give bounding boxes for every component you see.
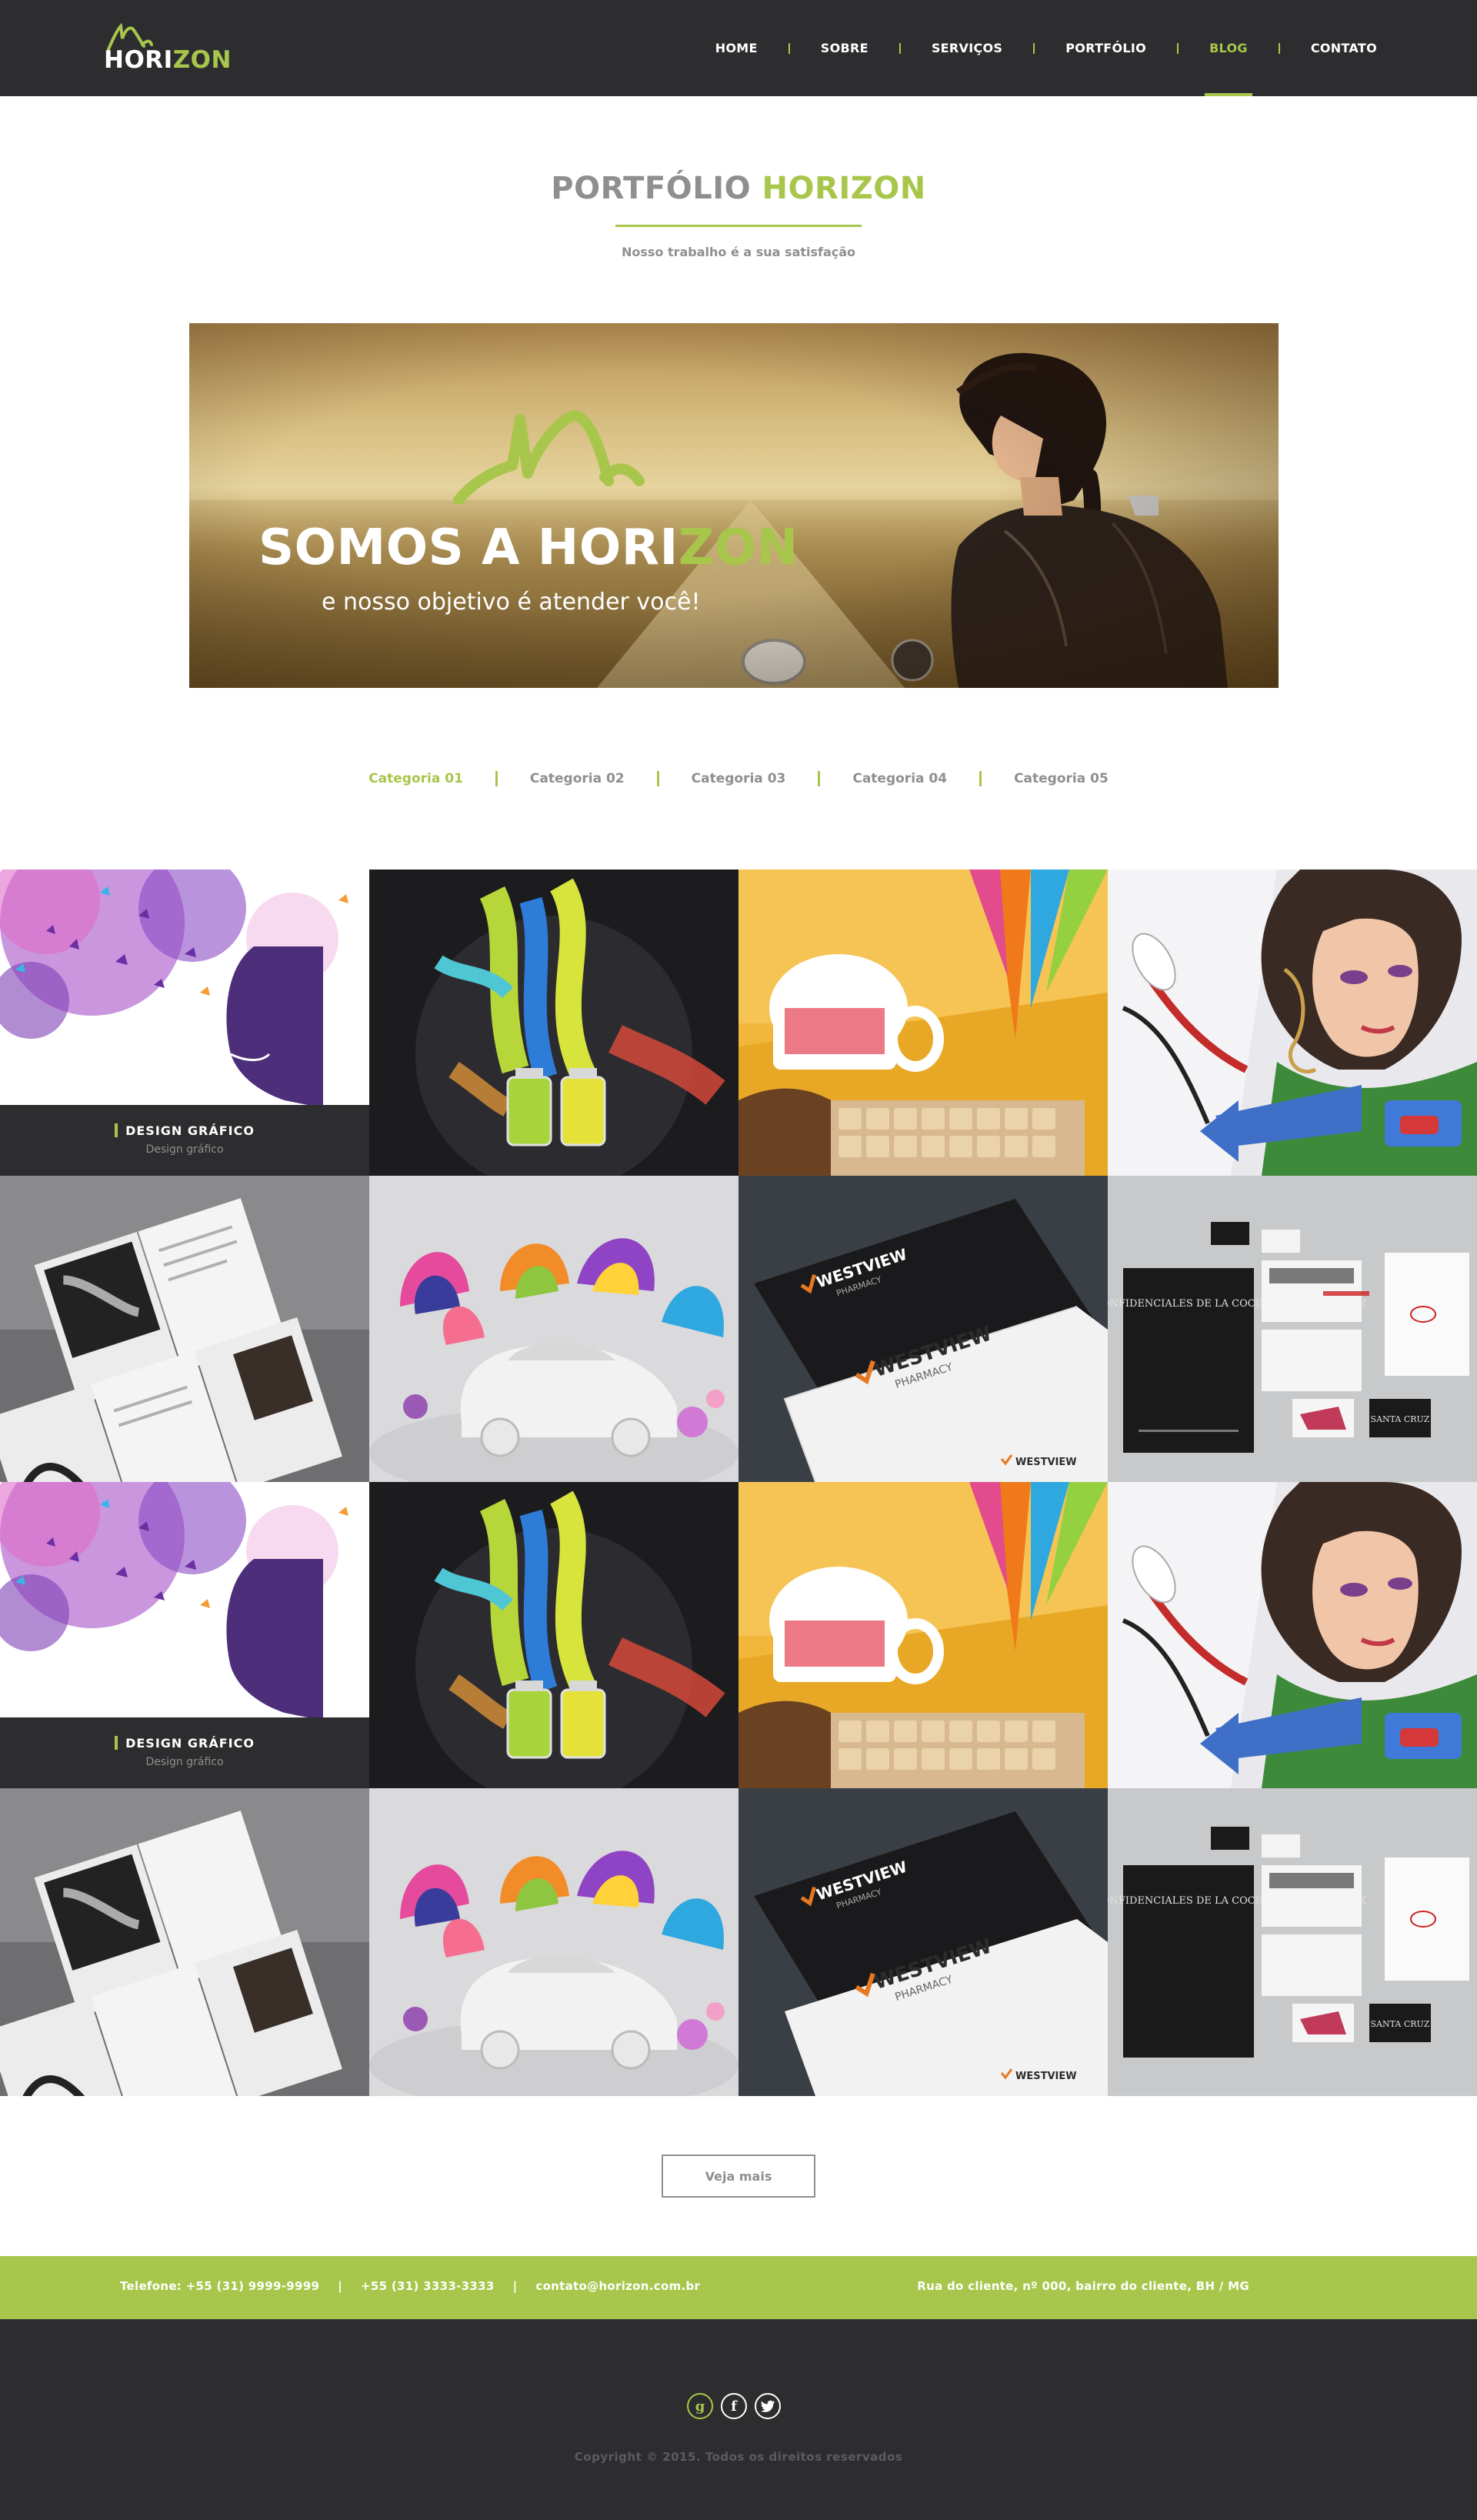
twitter-bird-icon (761, 2400, 775, 2412)
hero-vignette (189, 323, 1279, 688)
page-subtitle: Nosso trabalho é a sua satisfação (621, 245, 856, 259)
portfolio-item-westview-cards[interactable]: WESTVIEW PHARMACY WESTVIEW PHARMACY WEST… (738, 1176, 1108, 1482)
shoe-brochure-artwork (0, 1788, 369, 2096)
category-05[interactable]: Categoria 05 (1014, 771, 1109, 786)
paint-splash-artwork (369, 869, 738, 1176)
stationery-artwork: DOCUMENTOS CONFIDENCIALES DE LA COCINA D… (1108, 1176, 1477, 1482)
main-nav: HOME SOBRE SERVIÇOS PORTFÓLIO BLOG CONTA… (715, 0, 1377, 96)
category-01[interactable]: Categoria 01 (368, 771, 463, 786)
site-footer: g f Copyright © 2015. Todos os direitos … (0, 2319, 1477, 2520)
nav-separator (1278, 42, 1280, 54)
westview-logo-text: WESTVIEW (1015, 1457, 1077, 1468)
title-underline (615, 225, 862, 227)
coffee-desk-artwork (738, 1482, 1108, 1788)
portfolio-item-subtitle: Design gráfico (145, 1756, 224, 1768)
category-separator (495, 771, 498, 786)
nav-item-sobre[interactable]: SOBRE (821, 0, 869, 96)
illustration-woman-artwork (1108, 869, 1477, 1176)
portfolio-item-subtitle: Design gráfico (145, 1143, 224, 1156)
shoe-brochure-artwork (0, 1176, 369, 1482)
contact-separator: | (338, 2279, 343, 2293)
hero-subtitle: e nosso objetivo é atender você! (322, 589, 701, 616)
westview-cards-artwork: WESTVIEW PHARMACY WESTVIEW PHARMACY WEST… (738, 1788, 1108, 2096)
logo-text: HORIZON (104, 46, 232, 74)
google-plus-icon[interactable]: g (687, 2393, 713, 2419)
category-filter: Categoria 01 Categoria 02 Categoria 03 C… (0, 771, 1477, 786)
contact-separator: | (512, 2279, 518, 2293)
nav-separator (788, 42, 790, 54)
portfolio-grid: DESIGN GRÁFICO Design gráfico WESTVIEW P… (0, 869, 1477, 2096)
westview-logo-text: WESTVIEW (1015, 2071, 1077, 2082)
portfolio-item-illustration-woman[interactable] (1108, 869, 1477, 1176)
portfolio-item-westview-cards[interactable]: WESTVIEW PHARMACY WESTVIEW PHARMACY WEST… (738, 1788, 1108, 2096)
hero-banner: SOMOS A HORIZON e nosso objetivo é atend… (189, 323, 1279, 688)
nav-separator (899, 42, 901, 54)
page-title-green: HORIZON (762, 171, 926, 206)
hero-title-white: SOMOS A HORI (258, 519, 678, 576)
category-separator (818, 771, 821, 786)
contact-phone-2: +55 (31) 3333-3333 (361, 2279, 495, 2293)
car-shapes-artwork (369, 1176, 738, 1482)
facebook-icon[interactable]: f (721, 2393, 747, 2419)
social-links: g f (687, 2393, 781, 2419)
nav-separator (1177, 42, 1179, 54)
portfolio-item-title: DESIGN GRÁFICO (0, 1736, 369, 1751)
paint-splash-artwork (369, 1482, 738, 1788)
portfolio-item-stationery[interactable]: DOCUMENTOS CONFIDENCIALES DE LA COCINA D… (1108, 1788, 1477, 2096)
hero-title: SOMOS A HORIZON (258, 519, 799, 576)
santa-cruz-text: SANTA CRUZ (1371, 2019, 1430, 2029)
contact-address: Rua do cliente, nº 000, bairro do client… (917, 2279, 1249, 2293)
hero-title-green: ZON (678, 519, 799, 576)
site-logo[interactable]: HORIZON (104, 23, 231, 77)
page-title: PORTFÓLIO HORIZON (0, 171, 1477, 206)
page-title-grey: PORTFÓLIO (551, 171, 752, 206)
portfolio-item-coffee-desk[interactable] (738, 869, 1108, 1176)
nav-item-portfolio[interactable]: PORTFÓLIO (1065, 0, 1146, 96)
category-04[interactable]: Categoria 04 (852, 771, 947, 786)
portfolio-item-butterfly-woman[interactable]: DESIGN GRÁFICO Design gráfico (0, 1482, 369, 1788)
contact-bar: Telefone: +55 (31) 9999-9999 | +55 (31) 33… (0, 2256, 1477, 2319)
nav-item-servicos[interactable]: SERVIÇOS (932, 0, 1002, 96)
nav-item-blog[interactable]: BLOG (1205, 0, 1252, 96)
portfolio-item-paint-splash[interactable] (369, 1482, 738, 1788)
contact-phone-1: Telefone: +55 (31) 9999-9999 (120, 2279, 320, 2293)
nav-separator (1033, 42, 1035, 54)
logo-text-white: HORI (104, 46, 173, 74)
logo-text-green: ZON (172, 46, 232, 74)
category-separator (979, 771, 982, 786)
load-more-button[interactable]: Veja mais (662, 2155, 815, 2198)
portfolio-item-shoe-brochure[interactable] (0, 1788, 369, 2096)
portfolio-item-car-shapes[interactable] (369, 1788, 738, 2096)
nav-item-home[interactable]: HOME (715, 0, 758, 96)
coffee-desk-artwork (738, 869, 1108, 1176)
category-03[interactable]: Categoria 03 (692, 771, 786, 786)
portfolio-item-overlay: DESIGN GRÁFICO Design gráfico (0, 1717, 369, 1788)
copyright-text: Copyright © 2015. Todos os direitos rese… (574, 2450, 903, 2464)
site-header: HORIZON HOME SOBRE SERVIÇOS PORTFÓLIO BL… (0, 0, 1477, 96)
twitter-icon[interactable] (755, 2393, 781, 2419)
illustration-woman-artwork (1108, 1482, 1477, 1788)
car-shapes-artwork (369, 1788, 738, 2096)
portfolio-item-coffee-desk[interactable] (738, 1482, 1108, 1788)
contact-email-link[interactable]: contato@horizon.com.br (535, 2279, 700, 2293)
portfolio-item-title: DESIGN GRÁFICO (0, 1123, 369, 1138)
santa-cruz-text: SANTA CRUZ (1371, 1414, 1430, 1424)
portfolio-item-butterfly-woman[interactable]: DESIGN GRÁFICO Design gráfico (0, 869, 369, 1176)
portfolio-item-stationery[interactable]: DOCUMENTOS CONFIDENCIALES DE LA COCINA D… (1108, 1176, 1477, 1482)
portfolio-item-car-shapes[interactable] (369, 1176, 738, 1482)
portfolio-item-overlay: DESIGN GRÁFICO Design gráfico (0, 1105, 369, 1176)
horizon-mark-icon (453, 410, 645, 504)
category-02[interactable]: Categoria 02 (530, 771, 625, 786)
nav-item-contato[interactable]: CONTATO (1311, 0, 1377, 96)
westview-cards-artwork: WESTVIEW PHARMACY WESTVIEW PHARMACY WEST… (738, 1176, 1108, 1482)
contact-info: Telefone: +55 (31) 9999-9999 | +55 (31) 33… (120, 2279, 709, 2293)
category-separator (656, 771, 659, 786)
portfolio-item-illustration-woman[interactable] (1108, 1482, 1477, 1788)
portfolio-item-shoe-brochure[interactable] (0, 1176, 369, 1482)
portfolio-item-paint-splash[interactable] (369, 869, 738, 1176)
stationery-artwork: DOCUMENTOS CONFIDENCIALES DE LA COCINA D… (1108, 1788, 1477, 2096)
